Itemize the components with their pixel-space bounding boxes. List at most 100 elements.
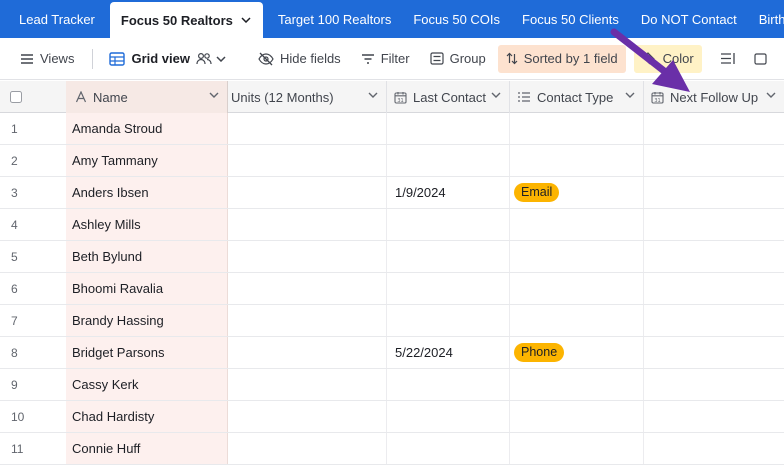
last-contact-cell[interactable] (387, 241, 510, 272)
table-row[interactable]: 10 Chad Hardisty (0, 401, 784, 433)
units-cell[interactable] (228, 209, 387, 240)
sort-button[interactable]: Sorted by 1 field (497, 44, 626, 73)
units-cell[interactable] (228, 113, 387, 144)
table-row[interactable]: 1 Amanda Stroud (0, 113, 784, 145)
checkbox-icon[interactable] (10, 91, 22, 103)
tab-birthday[interactable]: Birthday (748, 0, 784, 38)
units-cell[interactable] (228, 145, 387, 176)
chevron-down-icon[interactable] (625, 92, 635, 98)
chevron-down-icon[interactable] (368, 92, 378, 98)
table-row[interactable]: 6 Bhoomi Ravalia (0, 273, 784, 305)
next-follow-up-cell[interactable] (644, 273, 784, 304)
contact-type-cell[interactable] (510, 273, 644, 304)
column-header-next-follow-up[interactable]: 31 Next Follow Up (644, 81, 784, 113)
chevron-down-icon[interactable] (241, 17, 251, 23)
name-cell[interactable]: Beth Bylund (66, 241, 228, 272)
contact-type-cell[interactable] (510, 209, 644, 240)
units-cell[interactable] (228, 273, 387, 304)
contact-type-cell[interactable]: Email (510, 177, 644, 208)
next-follow-up-cell[interactable] (644, 209, 784, 240)
table-row[interactable]: 7 Brandy Hassing (0, 305, 784, 337)
units-cell[interactable] (228, 401, 387, 432)
next-follow-up-cell[interactable] (644, 369, 784, 400)
name-cell[interactable]: Bhoomi Ravalia (66, 273, 228, 304)
table-row[interactable]: 11 Connie Huff (0, 433, 784, 465)
views-button[interactable]: Views (14, 45, 80, 73)
table-row[interactable]: 4 Ashley Mills (0, 209, 784, 241)
next-follow-up-cell[interactable] (644, 401, 784, 432)
next-follow-up-cell[interactable] (644, 177, 784, 208)
name-cell[interactable]: Chad Hardisty (66, 401, 228, 432)
tab-focus-50-cois[interactable]: Focus 50 COIs (402, 0, 511, 38)
last-contact-cell[interactable] (387, 113, 510, 144)
name-cell[interactable]: Connie Huff (66, 433, 228, 464)
column-header-contact-type[interactable]: Contact Type (510, 81, 644, 113)
units-cell[interactable] (228, 369, 387, 400)
units-cell[interactable] (228, 177, 387, 208)
contact-type-cell[interactable] (510, 369, 644, 400)
units-cell[interactable] (228, 337, 387, 368)
tab-do-not-contact[interactable]: Do NOT Contact (630, 0, 748, 38)
row-height-button[interactable] (714, 45, 742, 73)
last-contact-cell[interactable] (387, 145, 510, 176)
share-view-button[interactable] (748, 45, 774, 73)
units-cell[interactable] (228, 433, 387, 464)
next-follow-up-cell[interactable] (644, 337, 784, 368)
tab-focus-50-realtors[interactable]: Focus 50 Realtors (109, 2, 263, 38)
contact-type-cell[interactable] (510, 145, 644, 176)
group-button[interactable]: Group (424, 45, 492, 73)
chevron-down-icon[interactable] (491, 92, 501, 98)
name-cell[interactable]: Anders Ibsen (66, 177, 228, 208)
chevron-down-icon[interactable] (209, 92, 219, 98)
name-cell[interactable]: Amy Tammany (66, 145, 228, 176)
table-row[interactable]: 2 Amy Tammany (0, 145, 784, 177)
table-row[interactable]: 5 Beth Bylund (0, 241, 784, 273)
table-row[interactable]: 8 Bridget Parsons 5/22/2024 Phone (0, 337, 784, 369)
contact-type-pill: Email (514, 183, 560, 202)
table-row[interactable]: 3 Anders Ibsen 1/9/2024 Email (0, 177, 784, 209)
last-contact-cell[interactable] (387, 305, 510, 336)
hide-fields-button[interactable]: Hide fields (252, 45, 347, 73)
contact-type-cell[interactable] (510, 241, 644, 272)
name-cell[interactable]: Amanda Stroud (66, 113, 228, 144)
last-contact-cell[interactable] (387, 209, 510, 240)
last-contact-cell[interactable] (387, 401, 510, 432)
next-follow-up-cell[interactable] (644, 433, 784, 464)
units-cell[interactable] (228, 241, 387, 272)
last-contact-cell[interactable]: 1/9/2024 (387, 177, 510, 208)
column-header-last-contact[interactable]: 31 Last Contact (387, 81, 510, 113)
contact-type-cell[interactable]: Phone (510, 337, 644, 368)
units-cell[interactable] (228, 305, 387, 336)
last-contact-cell[interactable] (387, 369, 510, 400)
last-contact-cell[interactable]: 5/22/2024 (387, 337, 510, 368)
name-cell[interactable]: Cassy Kerk (66, 369, 228, 400)
filter-button[interactable]: Filter (355, 45, 416, 73)
row-number: 10 (11, 409, 25, 424)
color-button[interactable]: Color (633, 44, 702, 73)
name-cell[interactable]: Brandy Hassing (66, 305, 228, 336)
grid-view-button[interactable]: Grid view (103, 45, 238, 73)
name-cell[interactable]: Bridget Parsons (66, 337, 228, 368)
row-number: 2 (11, 153, 18, 168)
table-row[interactable]: 9 Cassy Kerk (0, 369, 784, 401)
contact-type-cell[interactable] (510, 305, 644, 336)
contact-type-cell[interactable] (510, 433, 644, 464)
next-follow-up-cell[interactable] (644, 241, 784, 272)
tab-target-100-realtors[interactable]: Target 100 Realtors (267, 0, 402, 38)
column-header-units[interactable]: Units (12 Months) (228, 81, 387, 113)
row-number: 9 (11, 377, 18, 392)
chevron-down-icon[interactable] (766, 92, 776, 98)
next-follow-up-cell[interactable] (644, 145, 784, 176)
last-contact-cell[interactable] (387, 433, 510, 464)
name-cell[interactable]: Ashley Mills (66, 209, 228, 240)
tab-lead-tracker[interactable]: Lead Tracker (0, 0, 106, 38)
tab-focus-50-clients[interactable]: Focus 50 Clients (511, 0, 630, 38)
contact-type-cell[interactable] (510, 401, 644, 432)
last-contact-cell[interactable] (387, 273, 510, 304)
contact-type-cell[interactable] (510, 113, 644, 144)
select-all-checkbox-cell[interactable] (0, 81, 66, 113)
next-follow-up-cell[interactable] (644, 305, 784, 336)
next-follow-up-cell[interactable] (644, 113, 784, 144)
column-header-name[interactable]: Name (66, 81, 228, 113)
sort-icon (506, 52, 518, 65)
